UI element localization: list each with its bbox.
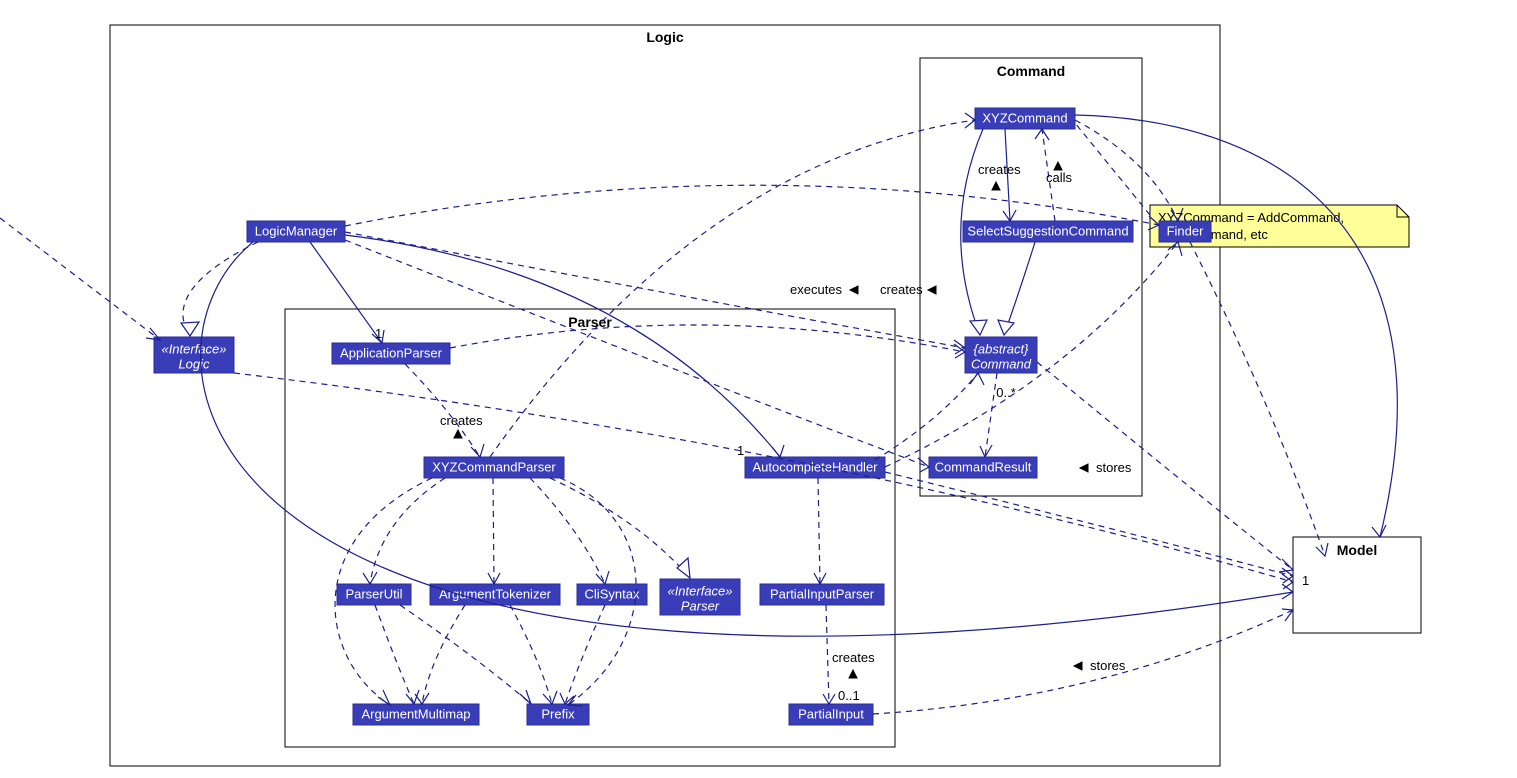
label-zero-star: 0..* [996,385,1016,400]
class-partial-input: PartialInput [789,704,873,725]
svg-text:CliSyntax: CliSyntax [585,586,640,601]
svg-text:Logic: Logic [178,356,210,371]
class-prefix: Prefix [527,704,589,725]
package-logic [110,25,1220,766]
rel-clisyntax-to-prefix [565,605,605,704]
rel-xyzparser-to-clisyntax [530,478,605,584]
svg-text:ApplicationParser: ApplicationParser [340,345,443,360]
rel-finder-to-model [1190,242,1325,556]
svg-text:{abstract}: {abstract} [974,341,1030,356]
class-partial-input-parser: PartialInputParser [760,584,884,605]
rel-appparser-creates-command [450,325,965,352]
rel-xyzparser-to-argtok [493,478,494,584]
uml-diagram: Logic Command Parser Model XYZCommand = … [0,0,1517,778]
rel-command-to-commandresult [985,373,997,457]
class-xyz-command: XYZCommand [975,108,1075,129]
label-zero-one: 0..1 [838,688,860,703]
svg-text:SelectSuggestionCommand: SelectSuggestionCommand [967,223,1128,238]
svg-text:PartialInput: PartialInput [798,706,864,721]
package-parser [285,309,895,747]
rel-note-to-xyzcommand [1075,123,1150,215]
class-abstract-command: {abstract} Command [965,337,1037,373]
package-model-title: Model [1337,542,1377,558]
rel-xyzparser-to-parserutil [370,478,445,584]
rel-partialip-creates-partialin [826,605,829,704]
class-command-result: CommandResult [929,457,1037,478]
svg-text:Parser: Parser [681,598,720,613]
svg-text:«Interface»: «Interface» [667,583,732,598]
class-logic-manager: LogicManager [247,221,345,242]
class-argument-multimap: ArgumentMultimap [353,704,479,725]
svg-text:ParserUtil: ParserUtil [345,586,402,601]
rel-partialin-stores-model [873,610,1293,714]
class-parser-util: ParserUtil [337,584,411,605]
rel-logicmanager-to-appparser [310,242,382,343]
rel-selectsuggestion-extends-command [1004,242,1035,335]
label-stores-1: stores [1096,460,1132,475]
svg-text:CommandResult: CommandResult [935,459,1032,474]
class-logic-interface: «Interface» Logic [154,337,234,373]
rel-autocomplete-to-partialip [818,478,820,584]
label-creates-3: creates [832,650,875,665]
package-logic-title: Logic [646,29,684,45]
rel-autocomplete-to-model [885,472,1293,576]
rel-external-to-logic [0,218,160,340]
label-creates-1: creates [440,413,483,428]
label-one-3: 1 [1302,573,1309,588]
svg-text:«Interface»: «Interface» [161,341,226,356]
rel-argtok-to-argmm [422,605,465,704]
rel-argtok-to-prefix [510,605,552,704]
rel-logicmanager-to-finder [345,185,1159,226]
class-cli-syntax: CliSyntax [577,584,647,605]
label-stores-2: stores [1090,658,1126,673]
label-executes: executes [790,282,843,297]
class-argument-tokenizer: ArgumentTokenizer [430,584,560,605]
package-command-title: Command [997,63,1065,79]
class-parser-interface: «Interface» Parser [660,579,740,615]
rel-logicmanager-executes-command [345,232,965,348]
rel-parserutil-to-argmm [375,605,414,704]
svg-text:LogicManager: LogicManager [255,223,338,238]
rel-parserutil-to-prefix [400,605,531,704]
svg-text:XYZCommandParser: XYZCommandParser [432,459,556,474]
label-creates-2: creates [880,282,923,297]
svg-text:XYZCommand: XYZCommand [982,110,1067,125]
svg-text:ArgumentMultimap: ArgumentMultimap [361,706,470,721]
label-calls: calls [1046,170,1073,185]
class-application-parser: ApplicationParser [332,343,450,364]
svg-text:AutocompleteHandler: AutocompleteHandler [752,459,878,474]
svg-text:Prefix: Prefix [541,706,575,721]
class-select-suggestion-command: SelectSuggestionCommand [963,221,1133,242]
label-creates-4: creates [978,162,1021,177]
rel-command-to-model [1037,362,1293,570]
svg-text:PartialInputParser: PartialInputParser [770,586,875,601]
rel-logicmanager-to-model [201,242,1293,636]
class-autocomplete-handler: AutocompleteHandler [745,457,885,478]
label-one-1: 1 [375,326,382,341]
rel-appparser-creates-xyzparser [405,364,480,457]
svg-text:Finder: Finder [1167,223,1205,238]
class-xyz-command-parser: XYZCommandParser [424,457,564,478]
svg-text:Command: Command [971,356,1032,371]
class-finder: Finder [1159,221,1211,242]
